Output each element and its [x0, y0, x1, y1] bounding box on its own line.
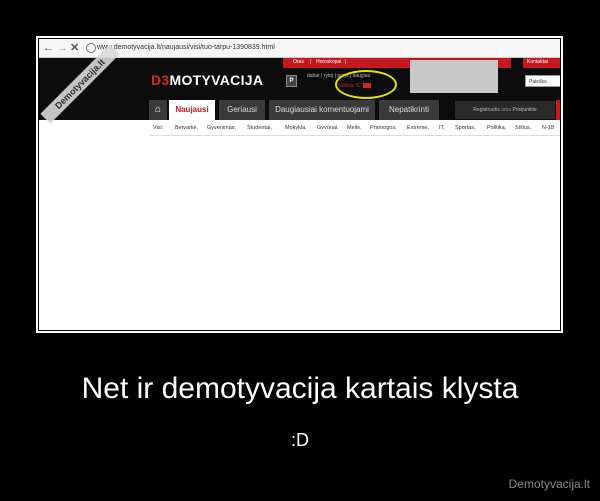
category-item[interactable]: Mokykla, — [285, 123, 307, 133]
arrow-right-icon[interactable]: → — [57, 41, 68, 55]
top-link-oras[interactable]: Oras — [293, 59, 304, 66]
logo-text: MOTYVACIJA — [169, 72, 264, 88]
logo-digit: 3 — [161, 72, 170, 88]
footer-brand: Demotyvacija.lt — [508, 477, 590, 491]
category-item[interactable]: Pramogos, — [370, 123, 397, 133]
category-item[interactable]: IT, — [439, 123, 445, 133]
highlight-circle — [335, 70, 397, 99]
demotivator-frame: ← → ✕ www.demotyvacija.lt/naujausi/visi/… — [36, 36, 563, 333]
category-all-label: Visi: — [153, 125, 164, 131]
contacts-link[interactable]: Kontaktai — [527, 59, 548, 66]
tabs-red-end — [556, 100, 560, 120]
main-tabs: ⌂ Naujausi Geriausi Daugiausiai komentuo… — [39, 100, 560, 120]
category-item[interactable]: Extreme, — [407, 123, 429, 133]
search-input[interactable]: Paieška — [525, 75, 560, 87]
register-link[interactable]: Registruotis — [473, 107, 499, 113]
contacts-strip: Kontaktai — [523, 58, 560, 68]
category-item[interactable]: Studentai, — [247, 123, 272, 133]
category-bar: Visi: Betvarkė, Gyvenimas, Studentai, Mo… — [149, 121, 560, 136]
or-text: arba — [501, 107, 512, 113]
url-text[interactable]: www.demotyvacija.lt/naujausi/visi/tuo-ta… — [97, 42, 275, 54]
category-item[interactable]: Gyvenimas, — [207, 123, 236, 133]
category-item[interactable]: Gyvūnai, — [317, 123, 339, 133]
category-item[interactable]: Stilius, — [515, 123, 531, 133]
top-link-separator: | — [345, 59, 347, 65]
top-link-separator: | — [310, 59, 312, 65]
login-register-area: Registruotis arba Prisijunkite — [455, 101, 555, 119]
site-header: Oras | Horoskopai | Kontaktai D3MOTYVACI… — [39, 58, 560, 120]
login-link[interactable]: Prisijunkite — [513, 107, 537, 113]
category-item[interactable]: Politika, — [487, 123, 506, 133]
globe-icon — [86, 43, 96, 53]
site-logo[interactable]: D3MOTYVACIJA — [151, 72, 263, 88]
tab-geriausi[interactable]: Geriausi — [219, 100, 265, 120]
category-item[interactable]: Betvarkė, — [175, 123, 198, 133]
category-item[interactable]: Meilė, — [347, 123, 362, 133]
caption-subtitle: :D — [291, 430, 309, 450]
tab-daugiausiai-komentuojami[interactable]: Daugiausiai komentuojami — [269, 100, 375, 120]
logo-letter: D — [151, 72, 162, 88]
home-icon[interactable]: ⌂ — [149, 100, 167, 120]
x-icon[interactable]: ✕ — [70, 41, 79, 55]
parking-icon[interactable]: P — [286, 75, 297, 87]
ad-placeholder — [410, 60, 498, 93]
screenshot-area: ← → ✕ www.demotyvacija.lt/naujausi/visi/… — [38, 38, 561, 331]
arrow-left-icon[interactable]: ← — [43, 41, 54, 55]
category-item[interactable]: N-18 — [542, 123, 554, 133]
caption-title: Net ir demotyvacija kartais klysta — [81, 372, 519, 405]
top-link-horoskopai[interactable]: Horoskopai — [316, 59, 341, 66]
tab-naujausi[interactable]: Naujausi — [169, 100, 215, 120]
category-item[interactable]: Sportas, — [455, 123, 475, 133]
tab-nepatikrinti[interactable]: Nepatikrinti — [379, 100, 439, 120]
